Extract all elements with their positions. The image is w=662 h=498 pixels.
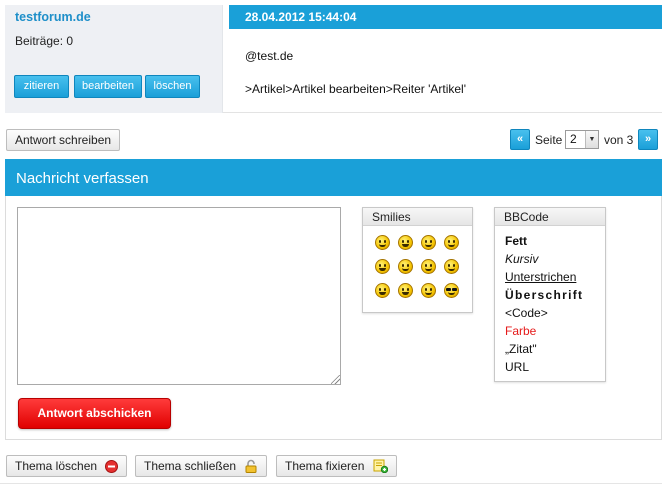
page-label: Seite [535, 133, 563, 147]
bbcode-underline[interactable]: Unterstrichen [505, 270, 576, 284]
divider [0, 483, 662, 484]
post-body-line: >Artikel>Artikel bearbeiten>Reiter 'Arti… [245, 82, 467, 96]
bbcode-url[interactable]: URL [505, 360, 529, 374]
author-name-link[interactable]: testforum.de [15, 10, 91, 24]
laugh-icon[interactable] [375, 259, 390, 274]
post-body-line: @test.de [245, 49, 294, 63]
compose-panel: Nachricht verfassen Smilies BBCode Fett … [5, 159, 662, 440]
pin-thread-button[interactable]: Thema fixieren [276, 455, 397, 477]
prev-page-button[interactable]: « [510, 129, 530, 150]
submit-reply-button[interactable]: Antwort abschicken [18, 398, 171, 429]
resize-grip-icon[interactable] [331, 375, 340, 384]
delete-icon [105, 459, 119, 479]
post-author-panel: testforum.de Beiträge: 0 zitieren bearbe… [5, 5, 223, 113]
pin-thread-label: Thema fixieren [285, 459, 365, 473]
delete-thread-button[interactable]: Thema löschen [6, 455, 128, 479]
author-post-count: Beiträge: 0 [15, 34, 74, 48]
confused-icon[interactable] [421, 259, 436, 274]
bbcode-panel: BBCode Fett Kursiv Unterstrichen Übersch… [494, 207, 606, 382]
close-thread-label: Thema schließen [144, 459, 237, 473]
close-thread-button[interactable]: Thema schließen [135, 455, 268, 479]
delete-thread-label: Thema löschen [15, 459, 98, 473]
grin-icon[interactable] [398, 235, 413, 250]
message-textarea[interactable] [17, 207, 341, 385]
next-page-button[interactable]: » [638, 129, 658, 150]
page-total: von 3 [604, 133, 634, 147]
delete-post-button[interactable]: löschen [145, 75, 200, 98]
bbcode-quote[interactable]: „Zitat" [505, 342, 537, 356]
cool-icon[interactable] [444, 283, 459, 298]
sad-icon[interactable] [444, 235, 459, 250]
compose-header: Nachricht verfassen [5, 159, 662, 196]
post-date: 28.04.2012 15:44:04 [245, 10, 357, 24]
write-reply-button[interactable]: Antwort schreiben [6, 129, 121, 151]
bbcode-italic[interactable]: Kursiv [505, 252, 538, 266]
wink-icon[interactable] [421, 235, 436, 250]
quote-button[interactable]: zitieren [14, 75, 69, 98]
bbcode-color[interactable]: Farbe [505, 324, 536, 338]
post-header: 28.04.2012 15:44:04 [229, 5, 662, 29]
page-select-value: 2 [570, 132, 577, 146]
bbcode-bold[interactable]: Fett [505, 234, 527, 248]
bbcode-code[interactable]: <Code> [505, 306, 548, 320]
pin-note-icon [373, 459, 388, 479]
smile-icon[interactable] [375, 235, 390, 250]
bbcode-heading[interactable]: Überschrift [505, 288, 583, 302]
compose-title: Nachricht verfassen [16, 170, 149, 187]
page-select[interactable]: 2 ▼ [565, 130, 599, 149]
happy-icon[interactable] [398, 259, 413, 274]
tongue-icon[interactable] [444, 259, 459, 274]
chevron-down-icon: ▼ [585, 131, 598, 148]
rolleyes-icon[interactable] [421, 283, 436, 298]
smilies-title: Smilies [363, 208, 472, 226]
big-grin-icon[interactable] [375, 283, 390, 298]
forum-post: testforum.de Beiträge: 0 zitieren bearbe… [5, 5, 662, 113]
edit-button[interactable]: bearbeiten [74, 75, 142, 98]
lock-icon [244, 459, 258, 479]
smilies-panel: Smilies [362, 207, 473, 313]
bbcode-title: BBCode [495, 208, 605, 226]
teeth-icon[interactable] [398, 283, 413, 298]
